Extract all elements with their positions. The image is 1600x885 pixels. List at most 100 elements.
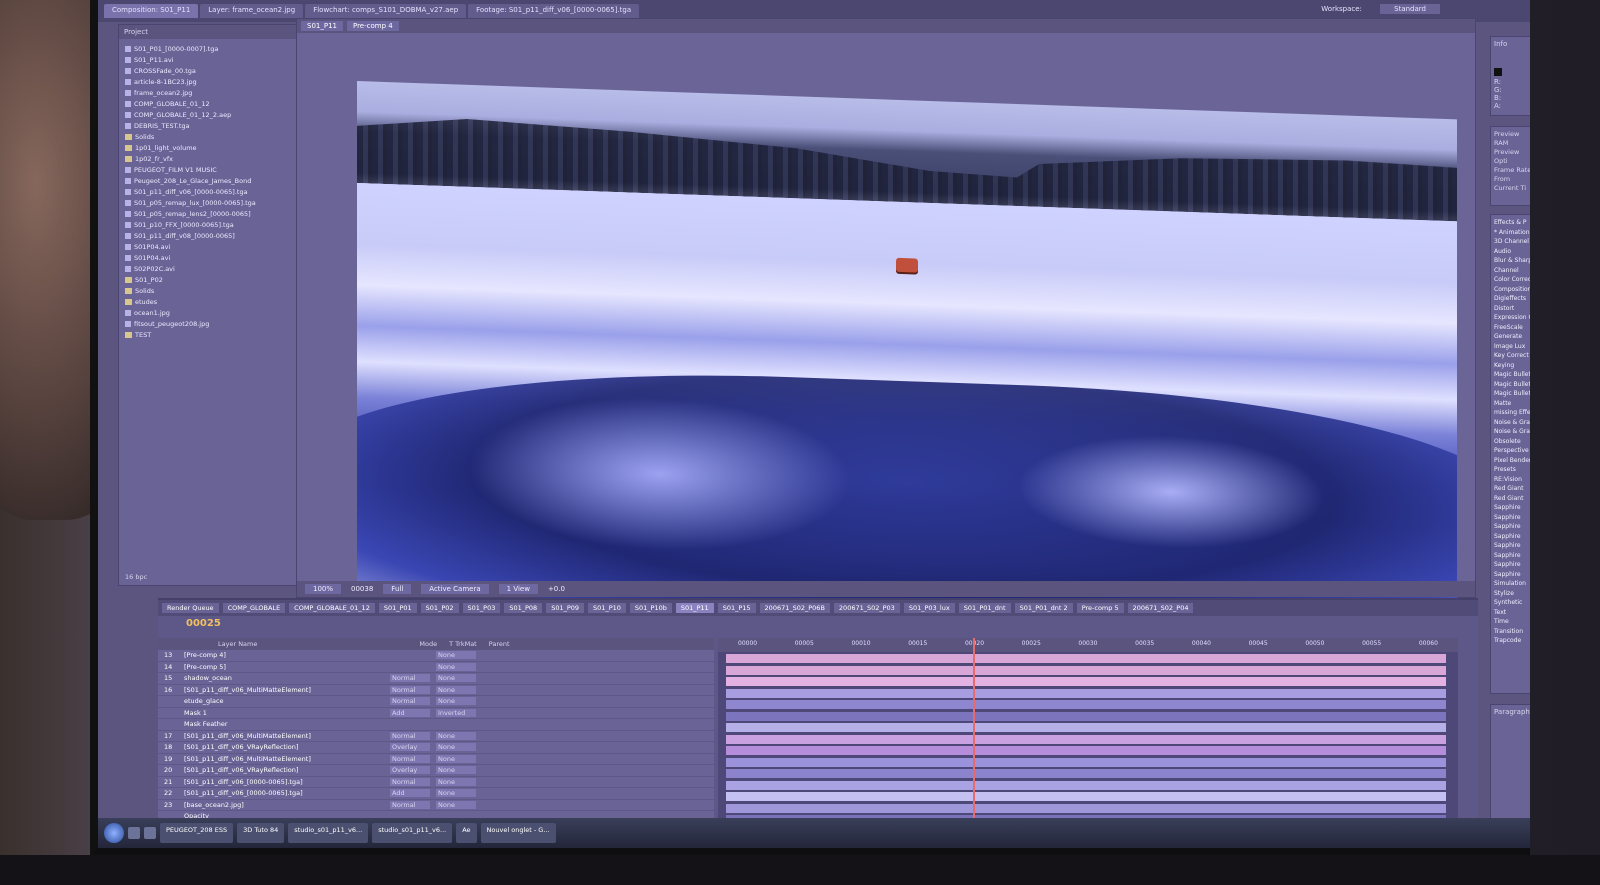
effect-category[interactable]: Distort: [1494, 304, 1530, 314]
timecode[interactable]: 00025: [186, 618, 221, 629]
layer-mode[interactable]: Normal: [390, 697, 430, 706]
effect-category[interactable]: Sapphire: [1494, 551, 1530, 561]
effect-category[interactable]: Pixel Bender: [1494, 456, 1530, 466]
layer-bar[interactable]: [726, 780, 1446, 790]
layer-row[interactable]: 21 [S01_p11_diff_v06_[0000-0065].tga] Norm…: [158, 777, 714, 788]
layer-bar[interactable]: [726, 803, 1446, 813]
effect-category[interactable]: * Animation Pr: [1494, 228, 1530, 238]
effect-category[interactable]: Red Giant: [1494, 484, 1530, 494]
project-item[interactable]: frame_ocean2.jpg: [125, 87, 291, 98]
taskbar-button[interactable]: PEUGEOT_208 ESS: [160, 823, 234, 843]
project-item[interactable]: S02P02C.avi: [125, 263, 291, 274]
layer-mode[interactable]: Normal: [390, 685, 430, 694]
project-item[interactable]: COMP_GLOBALE_01_12: [125, 98, 291, 109]
layer-bar[interactable]: [726, 677, 1446, 686]
project-item[interactable]: 1p02_fr_vfx: [125, 153, 291, 164]
project-item[interactable]: S01_p05_remap_lux_[0000-0065].tga: [125, 197, 291, 208]
timeline-tab[interactable]: COMP_GLOBALE_01_12: [289, 603, 375, 613]
effect-category[interactable]: Sapphire: [1494, 532, 1530, 542]
layer-row[interactable]: 13 [Pre-comp 4] None: [158, 650, 714, 662]
layer-parent[interactable]: None: [436, 651, 476, 660]
layer-parent[interactable]: None: [436, 674, 476, 683]
layer-parent[interactable]: None: [436, 789, 476, 798]
taskbar-button[interactable]: 3D Tuto 84: [237, 823, 285, 843]
effect-category[interactable]: Digieffects: [1494, 294, 1530, 304]
project-item[interactable]: DEBRIS_TEST.tga: [125, 120, 291, 131]
layer-mode[interactable]: Normal: [390, 731, 430, 740]
project-item[interactable]: Solids: [125, 131, 291, 142]
timeline-tab[interactable]: 200671_S02_P03: [833, 603, 900, 613]
effect-category[interactable]: Magic Bullet: [1494, 370, 1530, 380]
layer-parent[interactable]: None: [436, 731, 476, 740]
layer-parent[interactable]: None: [436, 662, 476, 671]
col-parent[interactable]: Parent: [489, 640, 510, 648]
layer-row[interactable]: etude_glace Normal None: [158, 696, 714, 708]
layer-bar[interactable]: [726, 757, 1446, 767]
effect-category[interactable]: RE:Vision: [1494, 475, 1530, 485]
project-item[interactable]: Peugeot_208_Le_Glace_James_Bond: [125, 175, 291, 186]
layer-parent[interactable]: None: [436, 800, 476, 809]
effect-category[interactable]: missing Effe: [1494, 408, 1530, 418]
effect-category[interactable]: Sapphire: [1494, 560, 1530, 570]
layer-row[interactable]: 23 [base_ocean2.jpg] Normal None: [158, 800, 714, 811]
project-item[interactable]: etudes: [125, 296, 291, 307]
timeline-tab[interactable]: S01_P09: [546, 603, 585, 613]
effect-category[interactable]: Keying: [1494, 361, 1530, 371]
effect-category[interactable]: Sapphire: [1494, 503, 1530, 513]
ram-preview-options[interactable]: RAM Preview Opti: [1494, 139, 1530, 166]
tab-flowchart[interactable]: Flowchart: comps_S101_DOBMA_v27.aep: [305, 4, 467, 18]
project-item[interactable]: CROSSFade_00.tga: [125, 65, 291, 76]
effect-category[interactable]: Color Correct: [1494, 275, 1530, 285]
effect-category[interactable]: Sapphire: [1494, 541, 1530, 551]
project-item[interactable]: ocean1.jpg: [125, 307, 291, 318]
taskbar-button[interactable]: Nouvel onglet - G...: [480, 823, 556, 843]
bit-depth-toggle[interactable]: 16 bpc: [125, 573, 147, 583]
project-item[interactable]: S01_p11_diff_v08_[0000-0065]: [125, 230, 291, 241]
effect-category[interactable]: Noise & Grain: [1494, 418, 1530, 428]
layer-parent[interactable]: None: [436, 685, 476, 694]
col-trkmat[interactable]: T TrkMat: [449, 640, 477, 648]
effect-category[interactable]: Magic Bullet: [1494, 380, 1530, 390]
layer-mode[interactable]: Add: [390, 789, 430, 798]
timeline-tab[interactable]: Pre-comp 5: [1076, 603, 1124, 613]
project-item[interactable]: S01_p10_FFX_[0000-0065].tga: [125, 219, 291, 230]
viewer-tab-precomp[interactable]: Pre-comp 4: [346, 21, 399, 31]
exposure-value[interactable]: +0.0: [548, 585, 565, 593]
timeline-tab[interactable]: S01_P03_lux: [903, 603, 955, 613]
layer-mode[interactable]: Normal: [390, 800, 430, 809]
project-item[interactable]: S01_P02: [125, 274, 291, 285]
time-ruler[interactable]: 0000000005000100001500020000250003000035…: [718, 638, 1458, 652]
timeline-tab[interactable]: S01_P10: [588, 603, 626, 613]
timeline-tab[interactable]: S01_P08: [504, 603, 543, 613]
project-item[interactable]: S01_P01_[0000-0007].tga: [125, 43, 291, 54]
effect-category[interactable]: Sapphire: [1494, 513, 1530, 523]
layer-row[interactable]: 19 [S01_p11_diff_v06_MultiMatteElement] No…: [158, 754, 714, 765]
layer-parent[interactable]: None: [436, 754, 476, 763]
layer-row[interactable]: 17 [S01_p11_diff_v06_MultiMatteElement] No…: [158, 731, 714, 742]
layer-mode[interactable]: Overlay: [390, 743, 430, 752]
project-item[interactable]: TEST: [125, 329, 291, 340]
tab-layer[interactable]: Layer: frame_ocean2.jpg: [200, 4, 304, 18]
project-item[interactable]: S01_p11_diff_v06_[0000-0065].tga: [125, 186, 291, 197]
camera-select[interactable]: Active Camera: [421, 584, 489, 594]
layer-bar[interactable]: [726, 792, 1446, 801]
magnification-select[interactable]: 100%: [305, 584, 342, 594]
layer-bar[interactable]: [726, 734, 1446, 744]
layer-mode[interactable]: Overlay: [390, 766, 430, 775]
effect-category[interactable]: Text: [1494, 608, 1530, 618]
effect-category[interactable]: Perspective: [1494, 446, 1530, 456]
layer-bar[interactable]: [726, 723, 1446, 732]
effect-category[interactable]: Simulation: [1494, 579, 1530, 589]
taskbar-button[interactable]: Ae: [456, 823, 477, 843]
workspace-select[interactable]: Standard: [1380, 4, 1440, 14]
layer-bar[interactable]: [726, 711, 1446, 721]
layer-mode[interactable]: Add: [390, 708, 430, 717]
timeline-tab[interactable]: S01_P03: [462, 603, 501, 613]
effect-category[interactable]: Blur & Sharpe: [1494, 256, 1530, 266]
layer-parent[interactable]: None: [436, 697, 476, 706]
effect-category[interactable]: Transition: [1494, 627, 1530, 637]
timeline-tab[interactable]: Render Queue: [162, 603, 219, 613]
current-frame[interactable]: 00038: [351, 585, 373, 593]
effect-category[interactable]: Channel: [1494, 266, 1530, 276]
timeline-tab[interactable]: S01_P01_dnt: [958, 603, 1011, 613]
